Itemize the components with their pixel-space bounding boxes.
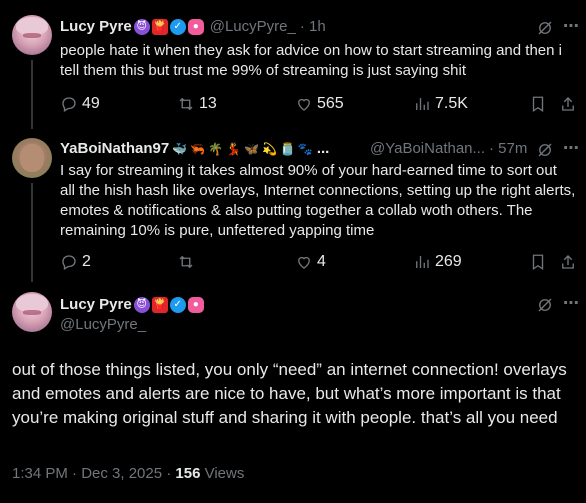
tweet-text: out of those things listed, you only “ne… [12,360,567,427]
fries-emoji-icon: 🍟 [151,296,168,313]
reply-icon [62,97,76,112]
like-button[interactable]: 565 [295,95,344,113]
share-button[interactable] [559,253,577,271]
handle[interactable]: @YaBoiNathan... [370,140,485,157]
share-icon [562,97,574,111]
thread-line [31,183,33,282]
repost-icon [179,97,193,111]
devil-emoji-icon: 😈 [133,296,150,313]
grok-icon[interactable] [536,296,554,314]
bookmark-button[interactable] [529,95,547,113]
analytics-icon [416,98,429,110]
display-name[interactable]: Lucy Pyre [60,296,132,313]
reply-icon [62,255,76,270]
tweet-header: Lucy Pyre 😈 🍟 ✓ ● @LucyPyre_ · 1h [60,18,326,35]
pink-badge-icon: ● [187,18,204,35]
view-count: 156 [175,465,201,482]
like-count: 4 [317,253,326,270]
reply-count: 2 [82,253,91,270]
bookmark-icon [532,96,544,113]
name-ellipsis: ... [316,140,330,157]
tweet-header: YaBoiNathan97 🐳 🦐 🌴 💃 🦋 💫 🫙 🐾 ... [60,140,329,157]
views-count: 7.5K [435,95,468,112]
reply-count: 49 [82,95,100,112]
avatar[interactable] [12,292,52,332]
heart-icon [298,256,310,269]
paw-emoji-icon: 🐾 [297,141,313,156]
more-icon[interactable]: ⋯ [563,16,580,36]
shrimp-emoji-icon: 🦐 [190,141,206,156]
more-icon[interactable]: ⋯ [563,138,580,158]
timestamp[interactable]: · 1h [300,18,326,35]
views-label: Views [200,465,245,482]
display-name[interactable]: Lucy Pyre [60,18,132,35]
views-button[interactable]: 269 [413,253,462,271]
reply-button[interactable]: 49 [60,95,100,113]
verified-badge-icon[interactable]: ✓ [169,18,186,35]
reply-button[interactable]: 2 [60,253,91,271]
display-name[interactable]: YaBoiNathan97 [60,140,169,157]
tweet-text: people hate it when they ask for advice … [60,42,562,79]
tweet-header: Lucy Pyre 😈 🍟 ✓ ● [60,296,204,313]
fries-emoji-icon: 🍟 [151,18,168,35]
bookmark-button[interactable] [529,253,547,271]
avatar[interactable] [12,138,52,178]
whale-emoji-icon: 🐳 [172,141,188,156]
views-count: 269 [435,253,462,270]
grok-icon[interactable] [536,19,554,37]
views-button[interactable]: 7.5K [413,95,468,113]
share-button[interactable] [559,95,577,113]
repost-count: 13 [199,95,217,112]
pink-badge-icon: ● [187,296,204,313]
handle[interactable]: @LucyPyre_ [60,316,146,333]
person-emoji-icon: 💃 [226,141,242,156]
thread-line [31,60,33,129]
bookmark-icon [532,254,544,271]
palm-tree-emoji-icon: 🌴 [208,141,224,156]
verified-badge-icon[interactable]: ✓ [169,296,186,313]
timestamp[interactable]: 1:34 PM · Dec 3, 2025 · [12,465,175,482]
share-icon [562,255,574,269]
tweet-meta: @YaBoiNathan... · 57m [370,140,527,157]
handle-row: @LucyPyre_ [60,316,146,333]
repost-icon [179,255,193,269]
grok-icon[interactable] [536,141,554,159]
tweet-text: I say for streaming it takes almost 90% … [60,162,576,239]
analytics-icon [416,256,429,268]
tweet-timestamp-row: 1:34 PM · Dec 3, 2025 · 156 Views [12,465,244,482]
timestamp[interactable]: · 57m [489,140,527,157]
star-emoji-icon: 💫 [261,141,277,156]
like-button[interactable]: 4 [295,253,326,271]
repost-button[interactable]: 13 [177,95,217,113]
like-count: 565 [317,95,344,112]
jar-emoji-icon: 🫙 [279,141,295,156]
heart-icon [298,98,310,111]
more-icon[interactable]: ⋯ [563,293,580,313]
handle[interactable]: @LucyPyre_ [210,18,296,35]
repost-button[interactable] [177,253,199,271]
avatar[interactable] [12,15,52,55]
butterfly-emoji-icon: 🦋 [244,141,259,156]
devil-emoji-icon: 😈 [133,18,150,35]
